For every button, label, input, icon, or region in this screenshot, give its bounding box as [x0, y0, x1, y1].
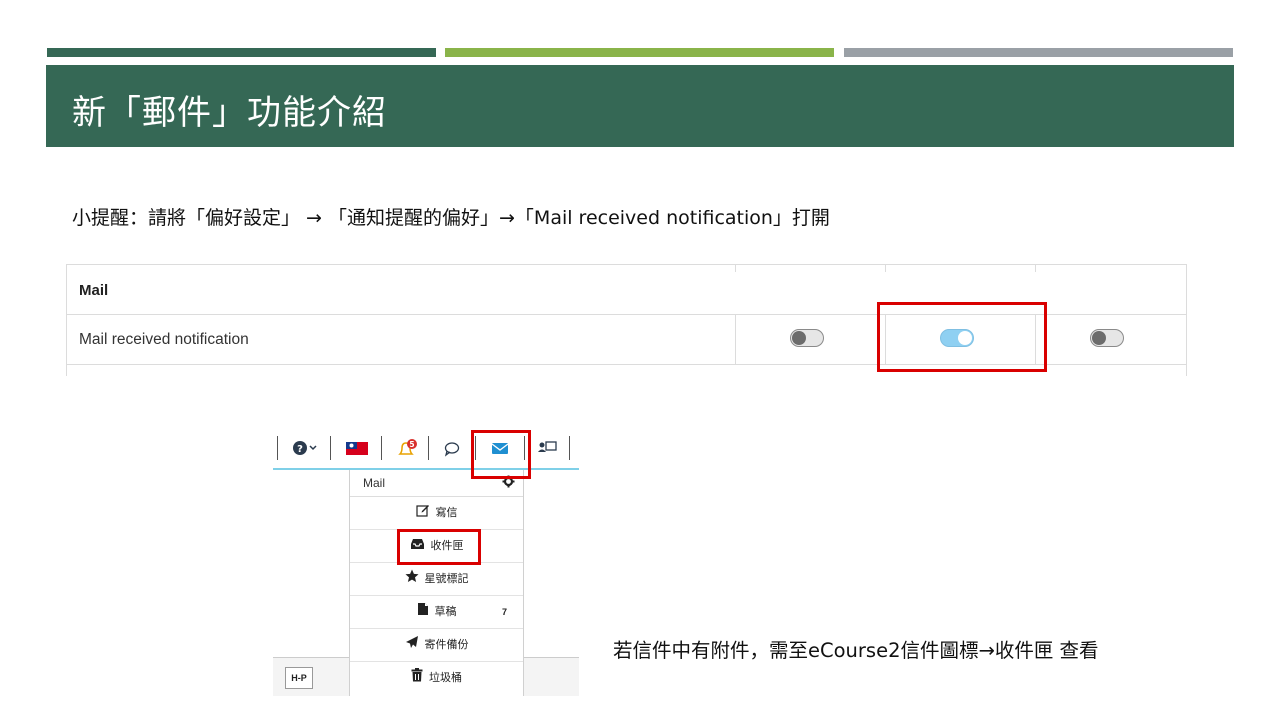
bell-icon[interactable]: 5	[397, 439, 419, 457]
menu-item-compose[interactable]: 寫信	[350, 497, 523, 530]
highlight-box-envelope	[471, 430, 531, 479]
row-label-mail-received: Mail received notification	[79, 331, 249, 348]
top-bar-light-green	[445, 48, 834, 57]
toggle-notification-3[interactable]	[1090, 329, 1124, 347]
menu-item-label: 草稿	[434, 606, 457, 619]
notification-badge: 5	[409, 440, 414, 449]
toggle-knob	[1092, 331, 1106, 345]
menu-item-label: 寫信	[435, 507, 458, 520]
nav-separator	[277, 436, 278, 460]
highlight-box-inbox	[397, 529, 481, 565]
top-bar-dark-green	[47, 48, 436, 57]
table-col-tick	[1035, 264, 1036, 272]
mail-menu-title: Mail	[363, 476, 386, 490]
menu-item-label: 垃圾桶	[429, 672, 462, 685]
menu-item-label: 寄件備份	[424, 639, 469, 652]
menu-item-drafts[interactable]: 草稿 7	[350, 596, 523, 629]
contacts-icon[interactable]	[537, 439, 557, 457]
trash-icon	[411, 662, 423, 694]
toggle-knob	[792, 331, 806, 345]
menu-item-trash[interactable]: 垃圾桶	[350, 662, 523, 694]
drafts-count-badge: 7	[501, 607, 507, 617]
mail-dropdown-menu: Mail 寫信 收件匣 星號標記 草稿 7 寄件備份 垃圾桶	[349, 470, 524, 696]
nav-separator	[330, 436, 331, 460]
attachment-note: 若信件中有附件，需至eCourse2信件圖標→收件匣 查看	[613, 639, 1099, 662]
nav-separator	[428, 436, 429, 460]
help-icon[interactable]: ?	[292, 439, 318, 457]
menu-item-starred[interactable]: 星號標記	[350, 563, 523, 596]
slide-title: 新「郵件」功能介紹	[72, 93, 387, 133]
table-col-tick	[735, 264, 736, 272]
nav-separator	[381, 436, 382, 460]
table-col-divider	[735, 314, 736, 364]
hp-button[interactable]: H-P	[285, 667, 313, 689]
draft-icon	[417, 596, 429, 628]
toggle-notification-1[interactable]	[790, 329, 824, 347]
send-icon	[405, 629, 419, 661]
table-border-left	[66, 264, 67, 376]
compose-icon	[415, 497, 430, 529]
title-band: 新「郵件」功能介紹	[46, 65, 1234, 147]
menu-item-sent[interactable]: 寄件備份	[350, 629, 523, 662]
table-border-top	[66, 264, 1187, 265]
section-label-mail: Mail	[79, 282, 109, 299]
top-bar-gray	[844, 48, 1233, 57]
tip-text: 小提醒：請將「偏好設定」 → 「通知提醒的偏好」→「Mail received …	[72, 207, 830, 229]
table-border-right	[1186, 264, 1187, 376]
menu-item-label: 星號標記	[424, 573, 469, 586]
flag-icon[interactable]	[346, 439, 368, 457]
star-icon	[405, 563, 419, 595]
chat-icon[interactable]	[443, 439, 461, 457]
svg-text:?: ?	[297, 444, 303, 455]
top-navbar: ? 5	[273, 430, 579, 470]
table-col-tick	[885, 264, 886, 272]
nav-separator	[569, 436, 570, 460]
highlight-box-toggle	[877, 302, 1047, 372]
